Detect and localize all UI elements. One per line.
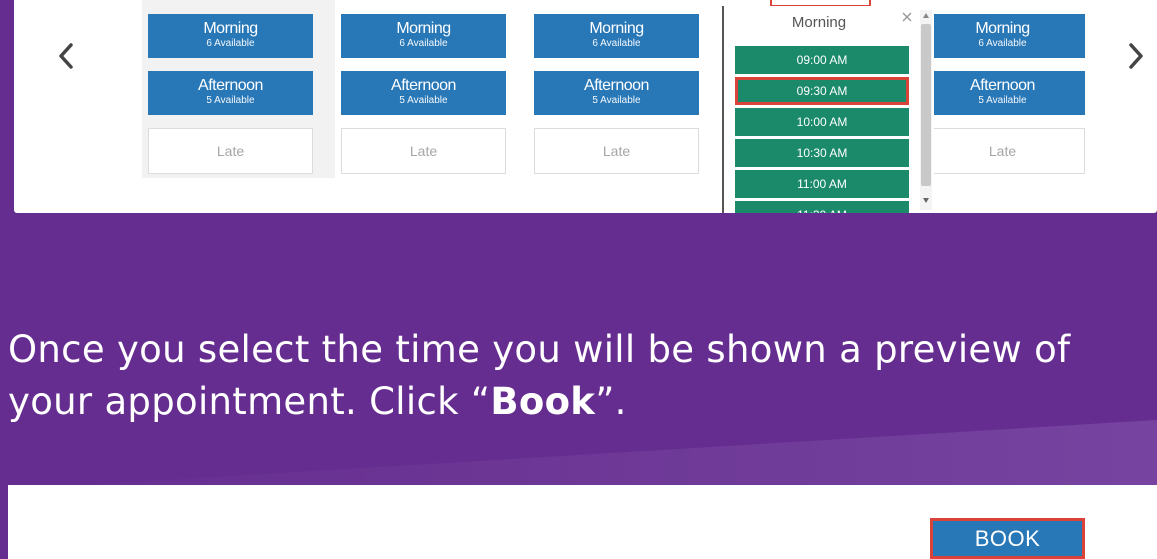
slot-label: Afternoon: [584, 77, 649, 94]
morning-slot[interactable]: Morning 6 Available: [148, 14, 313, 58]
late-slot[interactable]: Late: [920, 128, 1085, 174]
popup-title: Morning: [791, 14, 847, 31]
late-slot[interactable]: Late: [148, 128, 313, 174]
slot-availability: 5 Available: [978, 95, 1027, 106]
time-slot[interactable]: 11:00 AM: [735, 170, 909, 198]
afternoon-slot[interactable]: Afternoon 5 Available: [920, 71, 1085, 115]
morning-slot[interactable]: Morning 6 Available: [534, 14, 699, 58]
chevron-left-icon: [59, 43, 73, 69]
instruction-text: Once you select the time you will be sho…: [8, 324, 1148, 428]
morning-slot[interactable]: Morning 6 Available: [920, 14, 1085, 58]
close-button[interactable]: [900, 10, 914, 24]
afternoon-slot[interactable]: Afternoon 5 Available: [341, 71, 506, 115]
slot-label: Afternoon: [198, 77, 263, 94]
background-diagonal: [0, 420, 1157, 490]
day-column: Morning 6 Available Afternoon 5 Availabl…: [142, 0, 335, 178]
afternoon-slot[interactable]: Afternoon 5 Available: [534, 71, 699, 115]
slot-availability: 6 Available: [399, 38, 448, 49]
slot-label: Afternoon: [970, 77, 1035, 94]
chevron-right-icon: [1129, 43, 1143, 69]
previous-button[interactable]: [54, 36, 78, 76]
slot-availability: 5 Available: [592, 95, 641, 106]
scroll-down-icon[interactable]: [922, 196, 930, 204]
slot-availability: 6 Available: [592, 38, 641, 49]
time-slot[interactable]: 10:30 AM: [735, 139, 909, 167]
afternoon-slot[interactable]: Afternoon 5 Available: [148, 71, 313, 115]
day-column: Morning 6 Available Afternoon 5 Availabl…: [914, 0, 1094, 178]
time-slot[interactable]: 09:00 AM: [735, 46, 909, 74]
instruction-text-end: ”.: [595, 380, 627, 423]
slot-label: Morning: [975, 20, 1030, 37]
morning-slot[interactable]: Morning 6 Available: [341, 14, 506, 58]
time-slot-selected[interactable]: 09:30 AM: [735, 77, 909, 105]
slot-availability: 5 Available: [206, 95, 255, 106]
slot-availability: 6 Available: [206, 38, 255, 49]
close-icon: [902, 12, 912, 22]
next-button[interactable]: [1124, 36, 1148, 76]
day-column: Morning 6 Available Afternoon 5 Availabl…: [528, 0, 708, 178]
scroll-up-icon[interactable]: [922, 12, 930, 20]
slot-availability: 5 Available: [399, 95, 448, 106]
slot-label: Morning: [589, 20, 644, 37]
instruction-text-bold: Book: [490, 380, 596, 423]
late-slot[interactable]: Late: [534, 128, 699, 174]
slot-availability: 6 Available: [978, 38, 1027, 49]
slot-label: Morning: [203, 20, 258, 37]
slot-label: Afternoon: [391, 77, 456, 94]
calendar-panel: Morning 6 Available Afternoon 5 Availabl…: [14, 0, 1157, 213]
time-slot[interactable]: 11:30 AM: [735, 201, 909, 213]
day-column: Morning 6 Available Afternoon 5 Availabl…: [335, 0, 515, 178]
time-picker-popup: Morning 09:00 AM 09:30 AM 10:00 AM 10:30 AM…: [722, 6, 934, 213]
slot-label: Morning: [396, 20, 451, 37]
book-button[interactable]: BOOK: [930, 518, 1085, 559]
scrollbar-thumb[interactable]: [921, 24, 931, 186]
late-slot[interactable]: Late: [341, 128, 506, 174]
time-slot[interactable]: 10:00 AM: [735, 108, 909, 136]
